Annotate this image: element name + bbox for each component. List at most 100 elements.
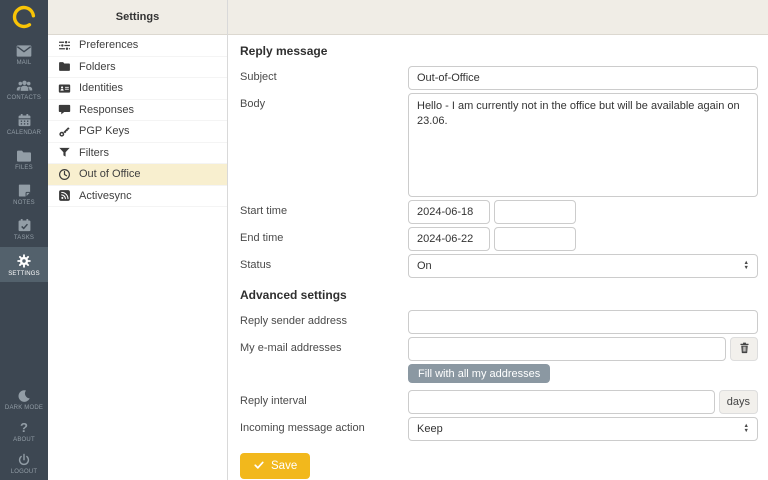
settings-item-preferences[interactable]: Preferences [48,35,227,57]
incoming-action-label: Incoming message action [240,422,365,434]
settings-item-responses[interactable]: Responses [48,100,227,121]
fill-addresses-spacer [240,364,408,369]
taskmenu-label: ABOUT [13,437,35,443]
settings-item-identities[interactable]: Identities [48,78,227,100]
subject-label: Subject [240,71,277,83]
settings-item-activesync[interactable]: Activesync [48,186,227,207]
end-time-field [408,227,758,251]
calendar-icon [17,113,32,128]
start-date-input[interactable] [408,200,490,224]
reply-sender-input[interactable] [408,310,758,334]
status-field: On [408,254,758,278]
taskmenu-item-logout[interactable]: LOGOUT [0,448,48,480]
settings-item-label: Preferences [79,39,139,52]
moon-icon [17,389,31,403]
end-time-row: End time [240,227,758,251]
funnel-icon [58,146,71,159]
people-icon [16,79,33,93]
reply-sender-row: Reply sender address [240,310,758,334]
my-addresses-field [408,337,758,361]
status-select[interactable]: On [408,254,758,278]
taskmenu-item-calendar[interactable]: CALENDAR [0,107,48,142]
select-arrows-icon [744,261,749,271]
body-textarea[interactable]: Hello - I am currently not in the office… [408,93,758,197]
my-addresses-input[interactable] [408,337,726,361]
clock-icon [58,168,71,181]
folder-icon [58,60,71,73]
taskmenu-item-tasks[interactable]: TASKS [0,212,48,247]
incoming-action-field: Keep [408,417,758,441]
settings-item-out-of-office[interactable]: Out of Office [48,164,227,186]
settings-item-label: PGP Keys [79,125,130,138]
save-button-label: Save [271,460,298,472]
end-time-label: End time [240,232,284,244]
settings-item-filters[interactable]: Filters [48,143,227,164]
question-icon [20,421,28,435]
settings-item-label: Identities [79,82,124,95]
key-icon [58,125,71,138]
start-time-label: Start time [240,205,288,217]
taskmenu-label: TASKS [13,235,35,241]
settings-list-panel: Settings Preferences Folders Identities … [48,0,228,480]
reply-message-heading: Reply message [240,44,328,58]
end-time-input[interactable] [494,227,576,251]
taskmenu-item-darkmode[interactable]: DARK MODE [0,384,48,416]
taskmenu-item-mail[interactable]: MAIL [0,37,48,72]
app-logo[interactable] [0,0,48,37]
taskmenu-label: DARK MODE [4,405,44,411]
status-row: Status On [240,254,758,278]
taskmenu-label: NOTES [13,200,35,206]
check-icon [253,459,265,474]
fill-addresses-field: Fill with all my addresses [408,364,758,387]
select-arrows-icon [744,424,749,434]
taskmenu-sidebar: MAIL CONTACTS CALENDAR FILES NOTES TASKS… [0,0,48,480]
reply-interval-unit: days [718,390,758,414]
taskmenu-item-notes[interactable]: NOTES [0,177,48,212]
taskmenu-label: MAIL [16,59,32,66]
settings-panel-title: Settings [48,0,227,35]
subject-row: Subject [240,66,758,90]
out-of-office-panel: Reply message Subject Body Hello - I am … [228,0,768,480]
start-time-field [408,200,758,224]
subject-input[interactable] [408,66,758,90]
settings-item-folders[interactable]: Folders [48,57,227,78]
taskmenu-label: FILES [15,164,33,171]
settings-item-label: Out of Office [79,168,141,181]
taskmenu-label: CALENDAR [6,130,42,136]
settings-item-label: Folders [79,60,116,73]
taskmenu-item-contacts[interactable]: CONTACTS [0,72,48,107]
reply-interval-input[interactable] [408,390,715,414]
taskmenu-item-about[interactable]: ABOUT [0,416,48,448]
advanced-settings-heading: Advanced settings [240,288,347,302]
reply-interval-label: Reply interval [240,395,307,407]
taskmenu-item-files[interactable]: FILES [0,142,48,177]
settings-item-label: Filters [79,146,109,159]
taskmenu-item-settings[interactable]: SETTINGS [0,247,48,282]
taskmenu-spacer [0,282,48,384]
reply-interval-row: Reply interval days [240,390,758,414]
trash-icon [738,341,751,358]
content-header [228,0,768,35]
envelope-icon [16,44,32,58]
taskmenu-label: LOGOUT [10,469,38,475]
fill-addresses-button[interactable]: Fill with all my addresses [408,364,551,383]
reply-interval-field: days [408,390,758,414]
my-addresses-row: My e-mail addresses [240,337,758,361]
my-addresses-label: My e-mail addresses [240,342,342,354]
start-time-input[interactable] [494,200,576,224]
settings-item-pgp-keys[interactable]: PGP Keys [48,121,227,143]
save-button[interactable]: Save [240,453,311,479]
task-calendar-icon [17,218,32,233]
fill-addresses-row: Fill with all my addresses [240,364,758,387]
body-label: Body [240,98,266,110]
sliders-icon [58,39,71,52]
start-time-row: Start time [240,200,758,224]
end-date-input[interactable] [408,227,490,251]
incoming-action-select[interactable]: Keep [408,417,758,441]
delete-address-button[interactable] [730,337,758,361]
roundcube-ring-icon [11,4,37,33]
folder-icon [16,149,32,163]
body-field: Hello - I am currently not in the office… [408,93,758,197]
gear-icon [16,253,32,269]
incoming-action-row: Incoming message action Keep [240,417,758,441]
